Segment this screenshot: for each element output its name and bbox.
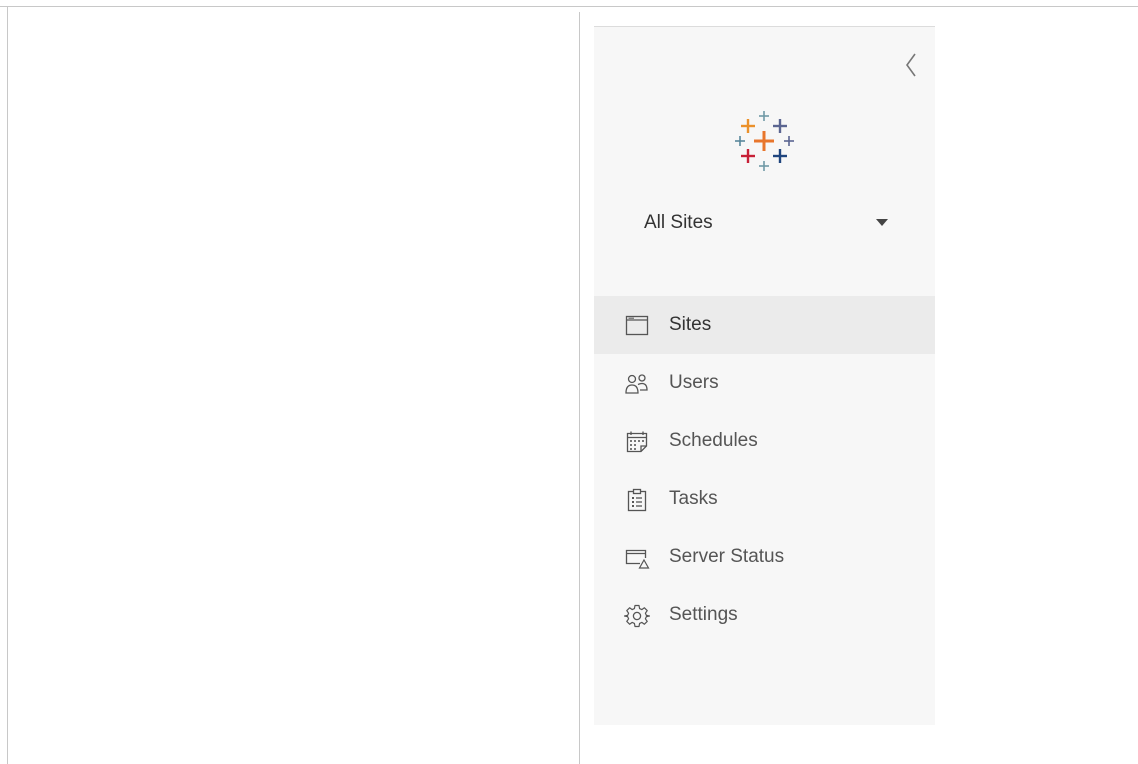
sites-icon xyxy=(624,313,650,339)
sidebar-item-tasks[interactable]: Tasks xyxy=(594,470,935,528)
sidebar-item-sites[interactable]: Sites xyxy=(594,296,935,354)
sidebar-item-settings[interactable]: Settings xyxy=(594,586,935,644)
tableau-logo xyxy=(728,107,800,179)
caret-down-icon xyxy=(876,219,888,226)
sidebar-panel: All Sites Sites Users Schedules Tasks Se… xyxy=(594,26,935,725)
sidebar-nav: Sites Users Schedules Tasks Server Statu… xyxy=(594,296,935,644)
sidebar-item-label: Server Status xyxy=(669,546,785,567)
frame-top-border xyxy=(0,6,1138,7)
sidebar-item-label: Sites xyxy=(669,314,712,335)
sidebar-item-schedules[interactable]: Schedules xyxy=(594,412,935,470)
sidebar-item-server-status[interactable]: Server Status xyxy=(594,528,935,586)
sidebar-item-users[interactable]: Users xyxy=(594,354,935,412)
collapse-sidebar-button[interactable] xyxy=(899,51,923,79)
sidebar-item-label: Settings xyxy=(669,604,738,625)
sidebar-item-label: Schedules xyxy=(669,430,758,451)
settings-icon xyxy=(624,603,650,629)
users-icon xyxy=(624,371,650,397)
sidebar-item-label: Users xyxy=(669,372,719,393)
sidebar-item-label: Tasks xyxy=(669,488,718,509)
frame-left-border xyxy=(7,6,8,764)
server-status-icon xyxy=(624,545,650,571)
chevron-left-icon xyxy=(899,53,923,83)
schedules-icon xyxy=(624,429,650,455)
site-selector-dropdown[interactable]: All Sites xyxy=(644,207,888,239)
frame-divider xyxy=(579,12,580,764)
tasks-icon xyxy=(624,487,650,513)
site-selector-value: All Sites xyxy=(644,212,713,233)
